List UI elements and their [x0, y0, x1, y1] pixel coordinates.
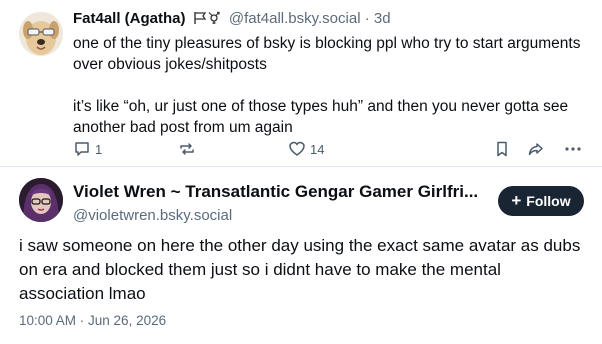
divider — [0, 166, 602, 167]
reply-button[interactable]: 1 — [73, 140, 102, 158]
reply-icon — [75, 142, 89, 156]
repost-icon — [180, 143, 194, 155]
bookmark-icon — [497, 141, 507, 157]
user-avatar-icon — [19, 178, 63, 222]
like-count: 14 — [310, 141, 325, 157]
post-header: Violet Wren ~ Transatlantic Gengar Gamer… — [73, 181, 478, 226]
handle[interactable]: @fat4all.bsky.social — [229, 10, 361, 27]
post-paragraph: it’s like “oh, ur just one of those type… — [73, 98, 569, 136]
feed-post: Fat4all (Agatha) @fat4all.bsky.social · … — [0, 0, 602, 164]
dog-avatar-icon — [19, 12, 63, 56]
pride-flag-icon — [193, 11, 223, 31]
post-time[interactable]: 3d — [374, 10, 391, 27]
ellipsis-icon — [565, 147, 581, 151]
post-header: Fat4all (Agatha) @fat4all.bsky.social · … — [73, 9, 391, 31]
post-actions: 1 14 — [73, 140, 593, 162]
avatar[interactable] — [19, 12, 63, 56]
post-paragraph: one of the tiny pleasures of bsky is blo… — [73, 35, 581, 73]
heart-icon — [289, 141, 305, 156]
display-name[interactable]: Violet Wren ~ Transatlantic Gengar Gamer… — [73, 181, 478, 203]
separator: · — [364, 10, 370, 27]
share-button[interactable] — [527, 140, 545, 158]
plus-icon: + — [511, 191, 522, 210]
handle[interactable]: @violetwren.bsky.social — [73, 206, 478, 226]
display-name[interactable]: Fat4all (Agatha) — [73, 10, 186, 27]
reply-count: 1 — [95, 141, 103, 157]
like-button[interactable]: 14 — [288, 140, 324, 158]
bookmark-button[interactable] — [493, 140, 511, 158]
repost-button[interactable] — [178, 140, 196, 158]
follow-label: Follow — [526, 193, 571, 209]
avatar[interactable] — [19, 178, 63, 222]
share-icon — [528, 143, 543, 156]
follow-button[interactable]: + Follow — [498, 186, 584, 216]
more-options-button[interactable] — [564, 140, 582, 158]
post-text: one of the tiny pleasures of bsky is blo… — [73, 33, 593, 138]
post-text: i saw someone on here the other day usin… — [19, 236, 581, 303]
post-timestamp[interactable]: 10:00 AM · Jun 26, 2026 — [19, 313, 166, 328]
